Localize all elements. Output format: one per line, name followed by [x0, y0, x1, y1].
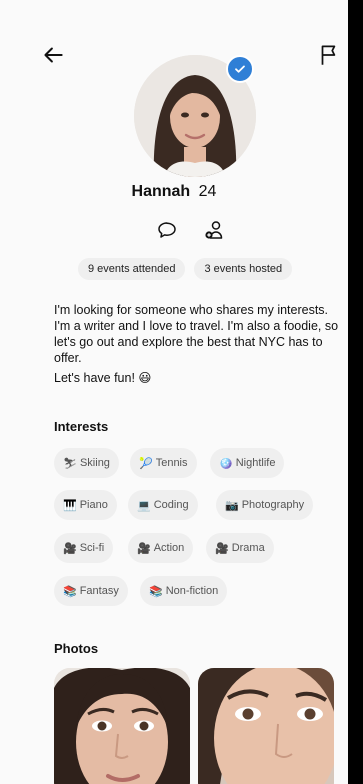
profile-name-row: Hannah 24 — [0, 183, 348, 201]
bio-section: I'm looking for someone who shares my in… — [54, 302, 344, 386]
interest-chip-nightlife[interactable]: 🪩 Nightlife — [210, 448, 285, 478]
photo-gallery — [54, 668, 334, 784]
interest-label: Nightlife — [235, 457, 276, 469]
piano-icon: 🎹 — [63, 499, 77, 512]
skiing-icon: ⛷ — [63, 457, 77, 470]
gallery-photo[interactable] — [54, 668, 190, 784]
bio-text: I'm looking for someone who shares my in… — [54, 303, 339, 365]
camera-icon: 📷 — [225, 499, 239, 512]
interest-chip-drama[interactable]: 🎥 Drama — [206, 533, 274, 563]
profile-name: Hannah — [131, 183, 191, 200]
interest-label: Sci-fi — [79, 542, 105, 554]
movie-camera-icon: 🎥 — [215, 542, 229, 555]
books-icon: 📚 — [149, 585, 163, 598]
movie-camera-icon: 🎥 — [63, 542, 77, 555]
interest-chip-photography[interactable]: 📷 Photography — [216, 490, 314, 520]
interest-chip-coding[interactable]: 💻 Coding — [128, 490, 198, 520]
interest-label: Action — [153, 542, 185, 554]
tennis-ball-icon: 🎾 — [139, 457, 153, 470]
interest-label: Coding — [153, 499, 189, 511]
back-arrow-icon[interactable] — [40, 42, 66, 68]
event-stats: 9 events attended 3 events hosted — [78, 258, 293, 280]
laptop-icon: 💻 — [137, 499, 151, 512]
interest-chip-skiing[interactable]: ⛷ Skiing — [54, 448, 119, 478]
profile-screen: Hannah 24 9 events attended 3 events hos… — [0, 0, 348, 784]
interest-label: Photography — [241, 499, 305, 511]
interest-label: Tennis — [155, 457, 188, 469]
interest-chip-action[interactable]: 🎥 Action — [128, 533, 194, 563]
message-bubble-icon[interactable] — [155, 218, 179, 242]
events-attended-badge: 9 events attended — [78, 258, 186, 280]
interest-chip-sci-fi[interactable]: 🎥 Sci-fi — [54, 533, 114, 563]
disco-ball-icon: 🪩 — [219, 457, 233, 470]
profile-actions — [155, 218, 227, 242]
events-hosted-badge: 3 events hosted — [194, 258, 293, 280]
interest-chip-piano[interactable]: 🎹 Piano — [54, 490, 117, 520]
interest-label: Piano — [79, 499, 108, 511]
bio-closing: Let's have fun! 😃 — [54, 371, 152, 385]
gallery-photo[interactable] — [198, 668, 334, 784]
profile-avatar[interactable] — [134, 55, 256, 177]
interest-label: Fantasy — [79, 585, 119, 597]
interest-label: Skiing — [79, 457, 110, 469]
photos-title: Photos — [54, 641, 99, 656]
movie-camera-icon: 🎥 — [137, 542, 151, 555]
books-icon: 📚 — [63, 585, 77, 598]
verified-badge-icon — [226, 55, 254, 83]
flag-report-icon[interactable] — [316, 42, 342, 68]
interests-title: Interests — [54, 419, 109, 434]
interest-label: Drama — [231, 542, 265, 554]
interest-label: Non-fiction — [165, 585, 219, 597]
interest-chip-tennis[interactable]: 🎾 Tennis — [130, 448, 197, 478]
profile-age: 24 — [198, 183, 217, 200]
add-friend-icon[interactable] — [203, 218, 227, 242]
interest-chip-non-fiction[interactable]: 📚 Non-fiction — [140, 576, 228, 606]
interest-chip-fantasy[interactable]: 📚 Fantasy — [54, 576, 128, 606]
